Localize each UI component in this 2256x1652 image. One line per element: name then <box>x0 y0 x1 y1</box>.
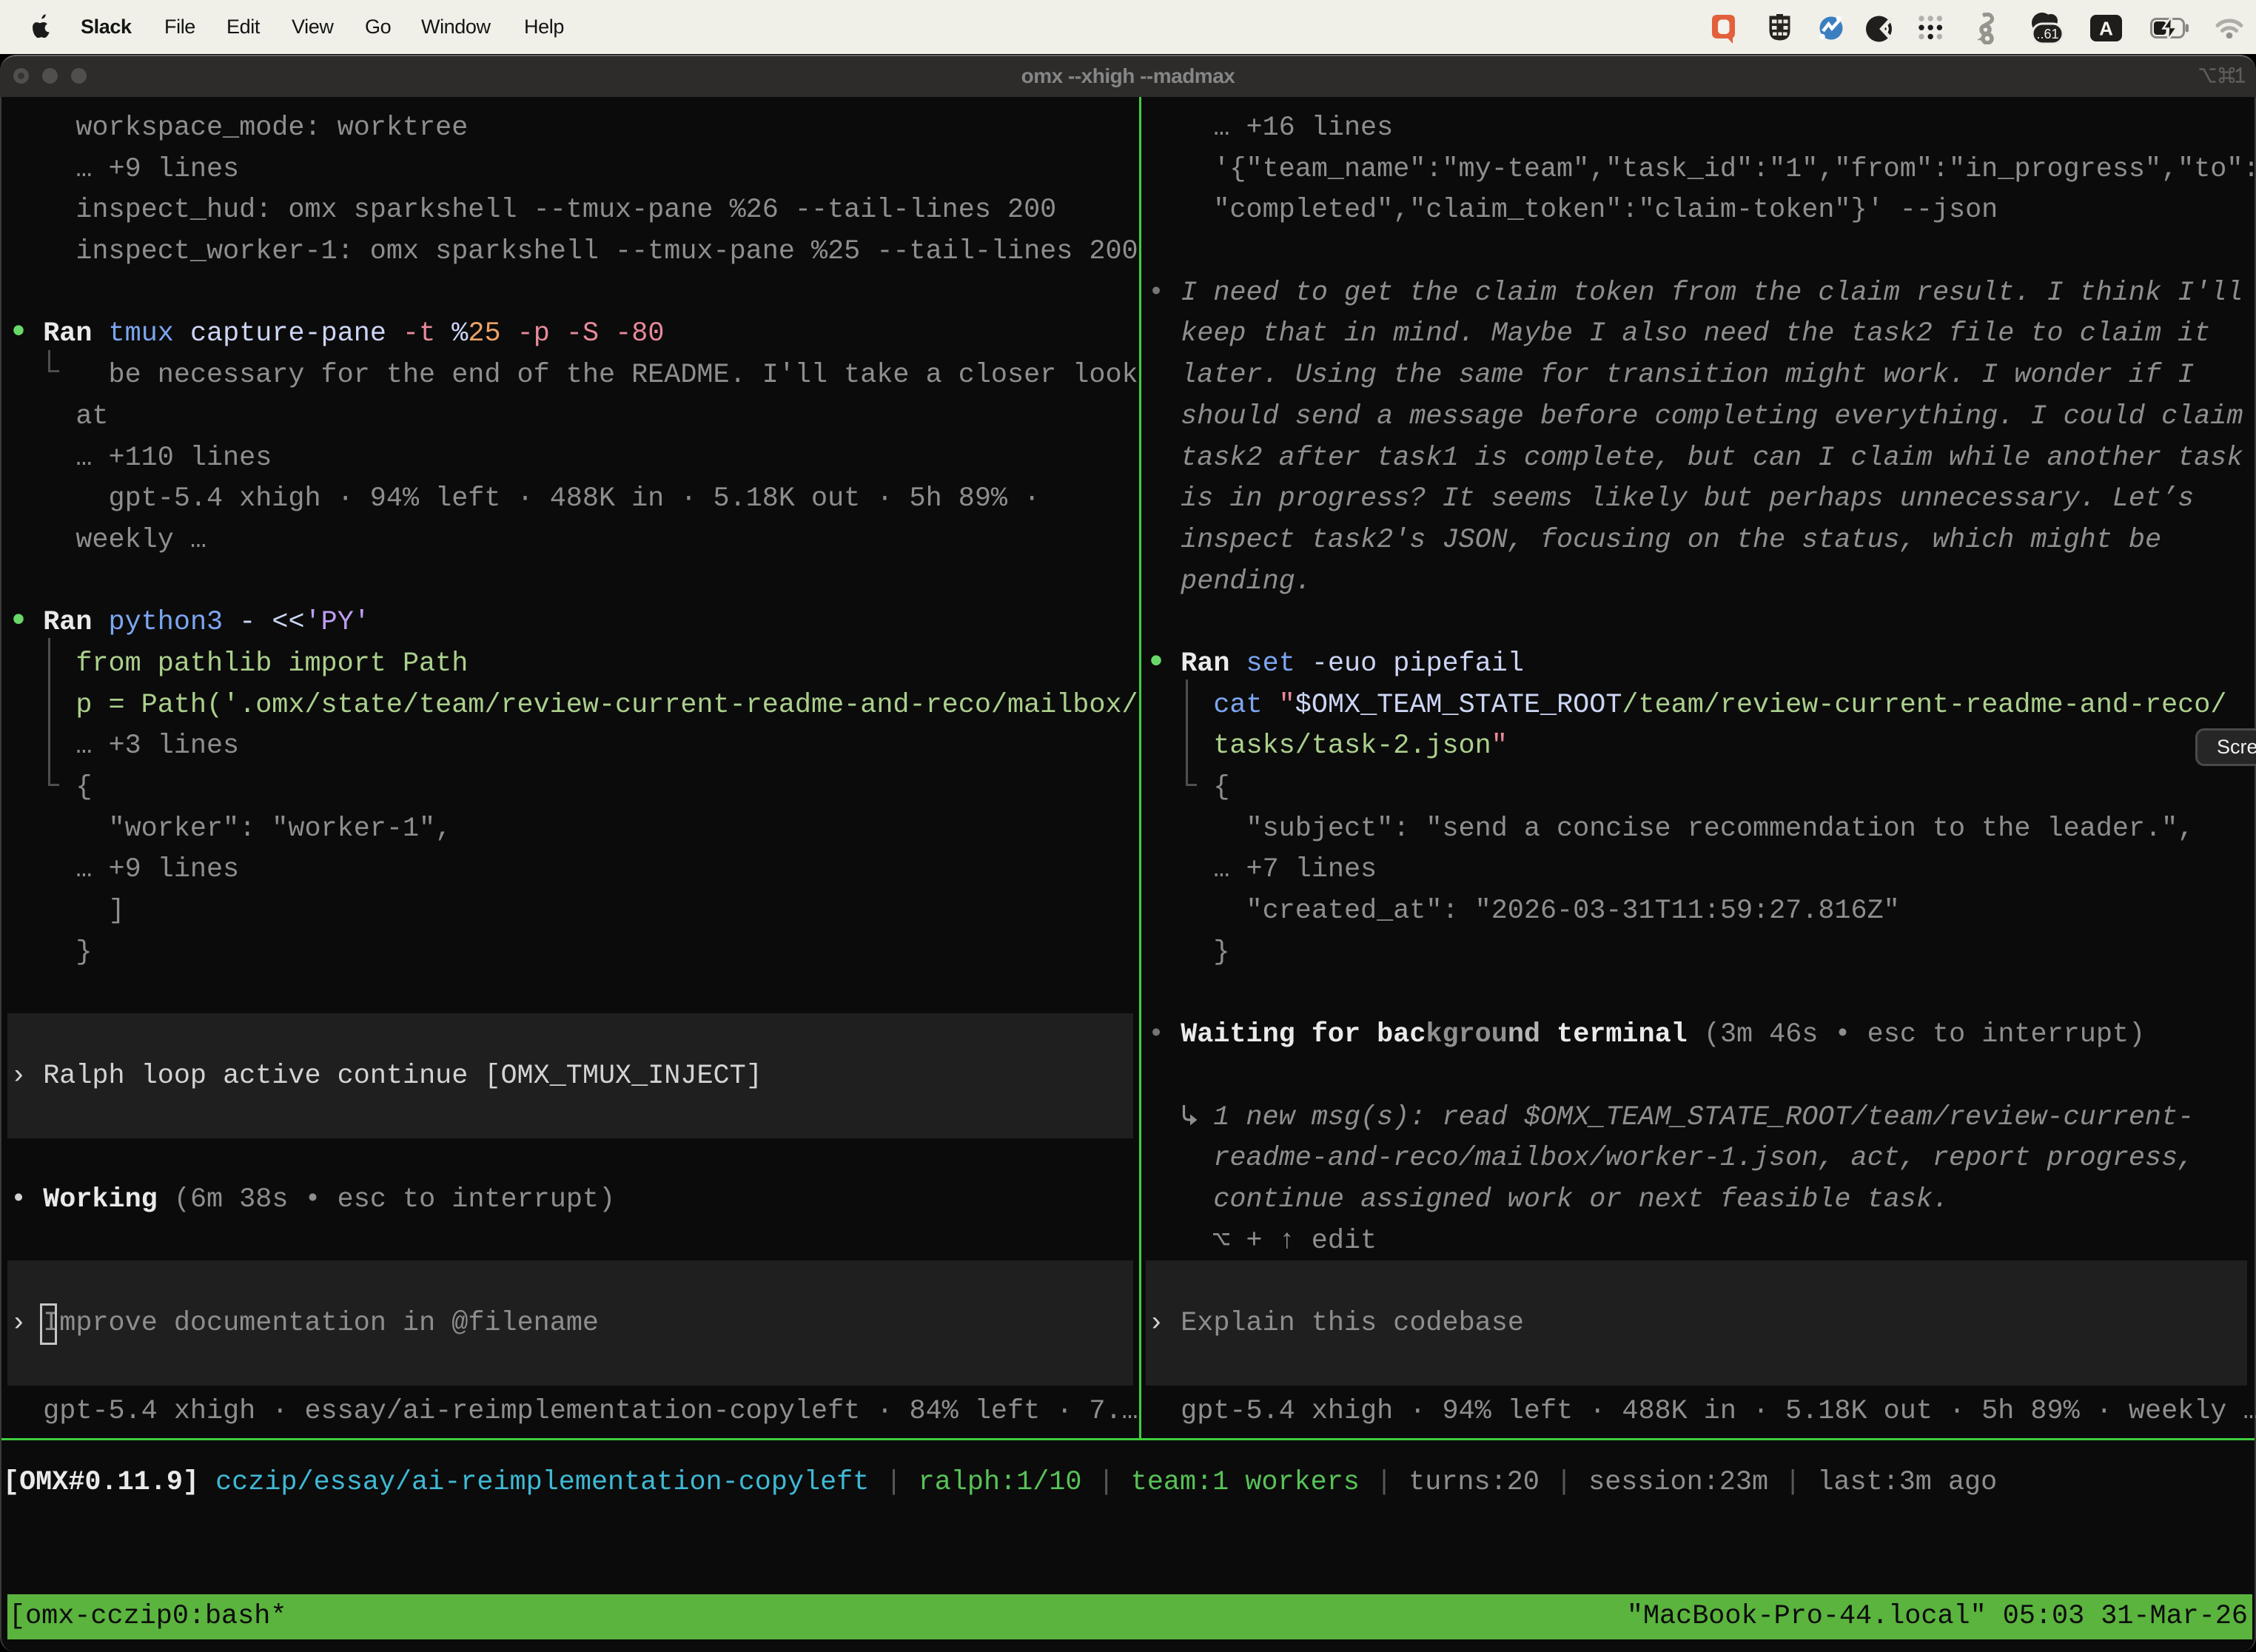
svg-text:..61: ..61 <box>2036 27 2058 41</box>
svg-text:A: A <box>2099 18 2113 40</box>
